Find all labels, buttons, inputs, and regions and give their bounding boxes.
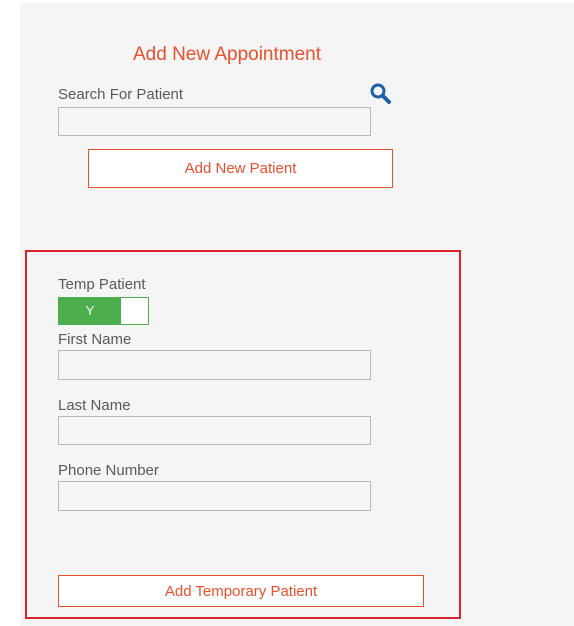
add-new-patient-button[interactable]: Add New Patient (88, 149, 393, 188)
phone-number-field[interactable] (58, 481, 371, 511)
search-icon[interactable] (369, 82, 391, 104)
last-name-field[interactable] (58, 416, 371, 445)
temp-patient-toggle[interactable]: Y (58, 297, 149, 325)
add-temporary-patient-button[interactable]: Add Temporary Patient (58, 575, 424, 607)
first-name-label: First Name (58, 331, 132, 348)
first-name-field[interactable] (58, 350, 371, 380)
search-patient-label: Search For Patient (58, 86, 184, 103)
page-title: Add New Appointment (133, 44, 322, 65)
temp-patient-label: Temp Patient (58, 276, 146, 293)
toggle-on-indicator: Y (59, 298, 121, 324)
last-name-label: Last Name (58, 397, 131, 414)
phone-number-label: Phone Number (58, 462, 159, 479)
search-patient-input[interactable] (58, 107, 371, 136)
